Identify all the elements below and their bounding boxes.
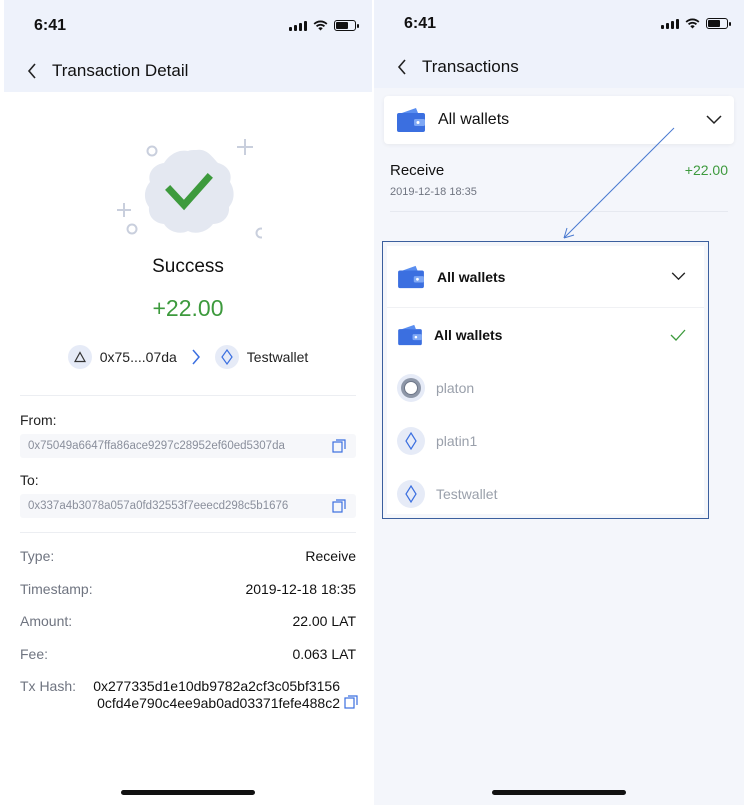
back-button[interactable] — [12, 51, 52, 91]
home-indicator — [121, 790, 255, 795]
detail-row-amount: Amount: 22.00 LAT — [20, 613, 356, 629]
wifi-icon — [685, 18, 700, 29]
tx-hash-value: 0x277335d1e10db9782a2cf3c05bf31560cfd4e7… — [93, 678, 340, 711]
ring-icon — [397, 373, 425, 402]
dropdown-item-label: platon — [436, 379, 475, 396]
battery-icon — [706, 18, 731, 29]
detail-value: 0.063 LAT — [292, 646, 356, 662]
to-label: To: — [20, 472, 39, 488]
success-badge — [112, 137, 267, 247]
diamond-icon — [397, 426, 425, 455]
copy-icon[interactable] — [332, 499, 346, 513]
divider — [20, 395, 356, 396]
signal-icon — [289, 21, 307, 31]
detail-label: Fee: — [20, 646, 49, 662]
wallet-icon — [398, 265, 424, 288]
from-address: 0x75049a6647ffa86ace9297c28952ef60ed5307… — [28, 440, 285, 452]
to-address: 0x337a4b3078a057a0fd32553f7eeecd298c5b16… — [28, 500, 289, 512]
dropdown-item-label: Testwallet — [436, 485, 498, 502]
checkmark-icon — [670, 329, 686, 341]
status-label: Success — [152, 256, 224, 277]
transaction-time: 2019-12-18 18:35 — [390, 186, 477, 198]
copy-icon[interactable] — [344, 695, 358, 709]
wallet-icon — [397, 108, 425, 132]
chevron-right-icon — [191, 349, 201, 365]
detail-label: Type: — [20, 548, 55, 564]
detail-row-type: Type: Receive — [20, 548, 356, 564]
wallet-dropdown-frame: All wallets All wallets platon platin1 T… — [382, 241, 709, 519]
dropdown-item-platin1[interactable]: platin1 — [387, 414, 704, 467]
transactions-screen: 6:41 Transactions All wallets Receive 20… — [374, 0, 744, 805]
dropdown-header-label: All wallets — [437, 268, 506, 285]
dropdown-item-testwallet[interactable]: Testwallet — [387, 467, 704, 520]
from-address-field: 0x75049a6647ffa86ace9297c28952ef60ed5307… — [20, 434, 356, 458]
dropdown-item-label: All wallets — [434, 326, 503, 343]
diamond-icon — [397, 479, 425, 508]
dropdown-item-label: platin1 — [436, 432, 478, 449]
diamond-icon — [214, 345, 239, 369]
transaction-detail-screen: 6:41 Transaction Detail Success +22.00 0… — [4, 0, 372, 805]
detail-label: Amount: — [20, 613, 73, 629]
battery-icon — [334, 20, 359, 31]
from-address-short: 0x75....07da — [99, 349, 177, 365]
dropdown-item-all-wallets[interactable]: All wallets — [387, 308, 704, 361]
status-time: 6:41 — [34, 17, 67, 34]
back-button[interactable] — [382, 47, 422, 87]
nav-bar: Transactions — [374, 46, 744, 88]
transaction-summary: Success +22.00 0x75....07da Testwallet — [4, 92, 372, 392]
status-icons — [289, 20, 359, 31]
detail-label: Timestamp: — [20, 581, 93, 597]
detail-row-fee: Fee: 0.063 LAT — [20, 646, 356, 662]
to-address-field: 0x337a4b3078a057a0fd32553f7eeecd298c5b16… — [20, 494, 356, 518]
chevron-left-icon — [27, 63, 36, 79]
dropdown-header[interactable]: All wallets — [387, 246, 704, 308]
tx-hash-label: Tx Hash: — [20, 678, 77, 694]
annotation-arrow-icon — [563, 127, 675, 239]
copy-icon[interactable] — [332, 439, 346, 453]
nav-bar: Transaction Detail — [4, 50, 372, 92]
detail-value: Receive — [305, 548, 356, 564]
to-wallet-name: Testwallet — [246, 349, 309, 365]
page-title: Transactions — [422, 57, 519, 76]
chevron-down-icon — [671, 272, 686, 281]
status-bar: 6:41 — [4, 0, 372, 50]
wifi-icon — [313, 20, 328, 31]
transaction-amount: +22.00 — [684, 162, 728, 178]
amount-label: +22.00 — [152, 295, 224, 321]
status-time: 6:41 — [404, 15, 437, 32]
dropdown-item-platon[interactable]: platon — [387, 361, 704, 414]
status-icons — [661, 18, 731, 29]
detail-value: 2019-12-18 18:35 — [245, 581, 356, 597]
success-check-icon — [117, 139, 267, 239]
from-label: From: — [20, 412, 57, 428]
transfer-route: 0x75....07da Testwallet — [4, 345, 372, 369]
page-title: Transaction Detail — [52, 61, 189, 80]
status-bar: 6:41 — [374, 0, 744, 46]
detail-row-timestamp: Timestamp: 2019-12-18 18:35 — [20, 581, 356, 597]
triangle-icon — [67, 345, 92, 369]
transaction-type: Receive — [390, 162, 445, 179]
chevron-left-icon — [397, 59, 406, 75]
wallet-icon — [398, 324, 422, 345]
wallet-dropdown: All wallets All wallets platon platin1 T… — [387, 246, 704, 514]
chevron-down-icon — [706, 115, 722, 125]
detail-value: 22.00 LAT — [292, 613, 356, 629]
signal-icon — [661, 19, 679, 29]
divider — [20, 532, 356, 533]
home-indicator — [492, 790, 626, 795]
